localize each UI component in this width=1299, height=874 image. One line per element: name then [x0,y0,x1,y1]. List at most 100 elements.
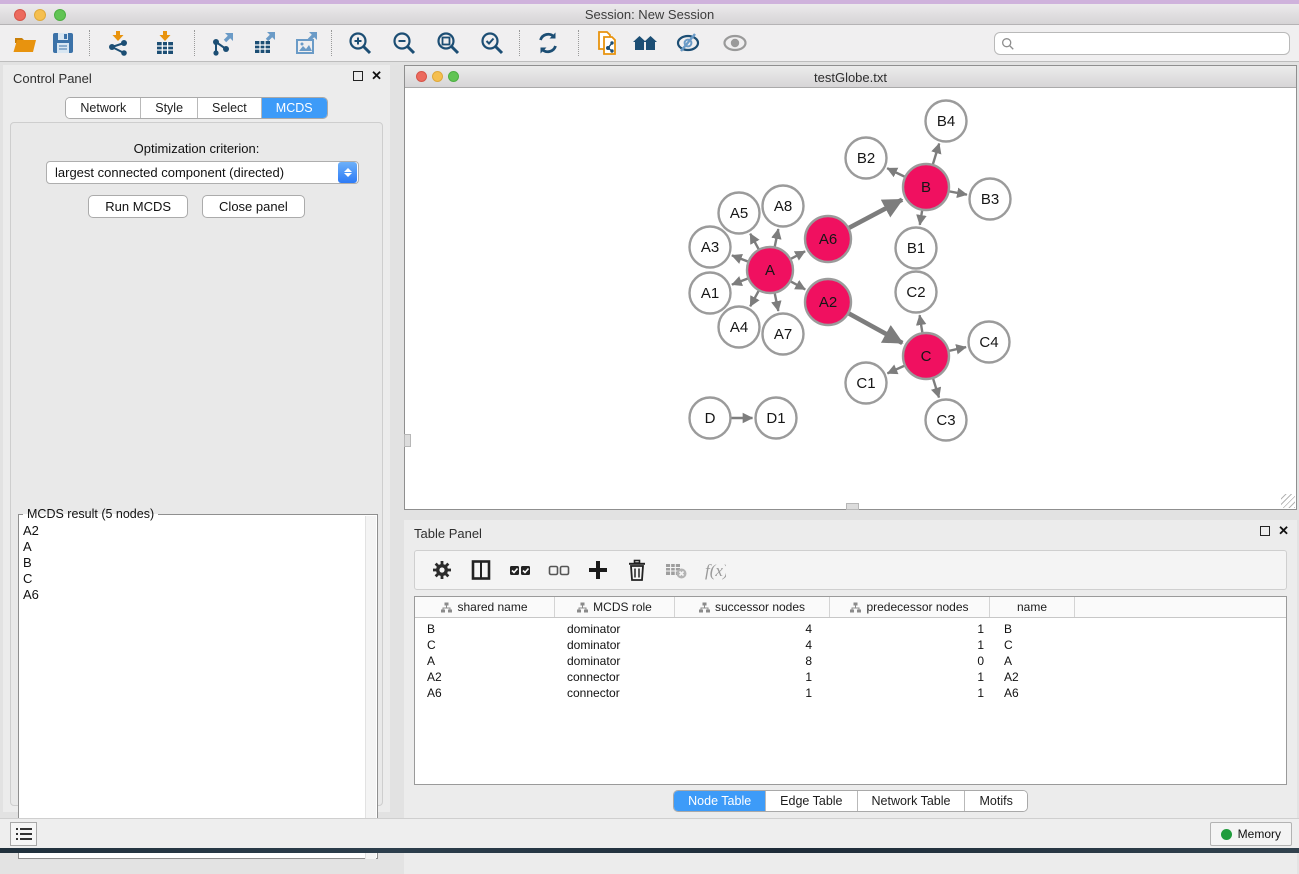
table-cell[interactable]: dominator [555,638,675,652]
graph-node-B2[interactable]: B2 [846,138,887,179]
zoom-selected-button[interactable] [475,28,509,58]
zoom-out-button[interactable] [387,28,421,58]
close-panel-button[interactable]: Close panel [202,195,305,218]
graph-node-A5[interactable]: A5 [719,193,760,234]
trash-button[interactable] [626,559,648,581]
table-row[interactable]: A6connector11A6 [415,685,1286,701]
split-divider-handle[interactable] [404,434,411,447]
table-cell[interactable]: A2 [415,670,555,684]
close-panel-icon[interactable]: ✕ [1278,526,1289,536]
mcds-result-item[interactable]: A [23,539,39,555]
table-cell[interactable]: 8 [675,654,830,668]
table-cell[interactable]: 1 [830,686,990,700]
graph-node-C3[interactable]: C3 [926,400,967,441]
fx-button[interactable]: f(x) [704,559,726,581]
split-divider-handle[interactable] [846,503,859,510]
search-input[interactable] [1015,34,1289,53]
mcds-result-item[interactable]: A2 [23,523,39,539]
table-row[interactable]: A2connector11A2 [415,669,1286,685]
tab-mcds[interactable]: MCDS [262,98,327,118]
column-header-shared-name[interactable]: shared name [415,597,555,617]
tab-network[interactable]: Network [66,98,141,118]
table-row[interactable]: Cdominator41C [415,637,1286,653]
graph-node-A8[interactable]: A8 [763,186,804,227]
table-cell[interactable]: B [990,622,1075,636]
table-cell[interactable]: 1 [675,670,830,684]
window-resize-grip[interactable] [1281,494,1295,508]
table-cell[interactable]: A2 [990,670,1075,684]
column-header-successor-nodes[interactable]: successor nodes [675,597,830,617]
gear-button[interactable] [431,559,453,581]
export-image-button[interactable] [290,28,324,58]
graph-node-A[interactable]: A [747,247,793,293]
table-cell[interactable]: 0 [830,654,990,668]
table-cell[interactable]: B [415,622,555,636]
optimization-criterion-dropdown[interactable]: largest connected component (directed) [46,161,359,184]
zoom-fit-button[interactable] [431,28,465,58]
table-row[interactable]: Adominator80A [415,653,1286,669]
graph-node-A2[interactable]: A2 [805,279,851,325]
table-cell[interactable]: 1 [830,622,990,636]
table-cell[interactable]: C [990,638,1075,652]
graph-node-A6[interactable]: A6 [805,216,851,262]
eye-button[interactable] [718,28,752,58]
mcds-result-scrollbar[interactable] [365,516,376,859]
graph-node-A3[interactable]: A3 [690,227,731,268]
hide-panels-button[interactable] [672,28,706,58]
column-split-button[interactable] [470,559,492,581]
column-header-predecessor-nodes[interactable]: predecessor nodes [830,597,990,617]
export-network-button[interactable] [206,28,240,58]
save-session-button[interactable] [46,28,80,58]
table-row[interactable]: Bdominator41B [415,621,1286,637]
close-panel-icon[interactable]: ✕ [371,71,382,81]
mcds-result-item[interactable]: B [23,555,39,571]
tab-style[interactable]: Style [141,98,198,118]
graph-node-A1[interactable]: A1 [690,273,731,314]
tab-edge-table[interactable]: Edge Table [766,791,857,811]
table-cell[interactable]: A [990,654,1075,668]
column-header-MCDS-role[interactable]: MCDS role [555,597,675,617]
graph-node-D1[interactable]: D1 [756,398,797,439]
graph-node-C2[interactable]: C2 [896,272,937,313]
graph-node-C1[interactable]: C1 [846,363,887,404]
graph-node-D[interactable]: D [690,398,731,439]
table-cell[interactable]: dominator [555,654,675,668]
column-header-name[interactable]: name [990,597,1075,617]
network-graph[interactable]: B4B2BB3A8A5A6A3B1AA1C2A2A4A7C4CC1DD1C3 [405,89,1296,509]
table-cell[interactable]: A [415,654,555,668]
table-cell[interactable]: connector [555,686,675,700]
table-cell[interactable]: 4 [675,622,830,636]
float-panel-icon[interactable] [1260,526,1270,536]
graph-node-C4[interactable]: C4 [969,322,1010,363]
table-cell[interactable]: A6 [415,686,555,700]
graph-node-A4[interactable]: A4 [719,307,760,348]
graph-node-B4[interactable]: B4 [926,101,967,142]
zoom-in-button[interactable] [343,28,377,58]
run-mcds-button[interactable]: Run MCDS [88,195,188,218]
graph-node-B[interactable]: B [903,164,949,210]
mcds-result-item[interactable]: C [23,571,39,587]
refresh-layout-button[interactable] [531,28,565,58]
tab-network-table[interactable]: Network Table [858,791,966,811]
open-session-folder-button[interactable] [8,28,42,58]
checked-boxes-button[interactable] [509,559,531,581]
table-cell[interactable]: 4 [675,638,830,652]
table-cell[interactable]: 1 [830,638,990,652]
home-button[interactable] [628,28,662,58]
table-cell[interactable]: connector [555,670,675,684]
graph-node-B1[interactable]: B1 [896,228,937,269]
tab-select[interactable]: Select [198,98,262,118]
graph-node-C[interactable]: C [903,333,949,379]
import-table-button[interactable] [148,28,182,58]
export-table-button[interactable] [248,28,282,58]
import-network-button[interactable] [101,28,135,58]
network-canvas[interactable]: B4B2BB3A8A5A6A3B1AA1C2A2A4A7C4CC1DD1C3 [405,89,1296,509]
table-cell[interactable]: A6 [990,686,1075,700]
unchecked-boxes-button[interactable] [548,559,570,581]
mcds-result-item[interactable]: A6 [23,587,39,603]
plus-button[interactable] [587,559,609,581]
table-delete-button[interactable] [665,559,687,581]
table-cell[interactable]: 1 [830,670,990,684]
table-cell[interactable]: C [415,638,555,652]
graph-node-A7[interactable]: A7 [763,314,804,355]
